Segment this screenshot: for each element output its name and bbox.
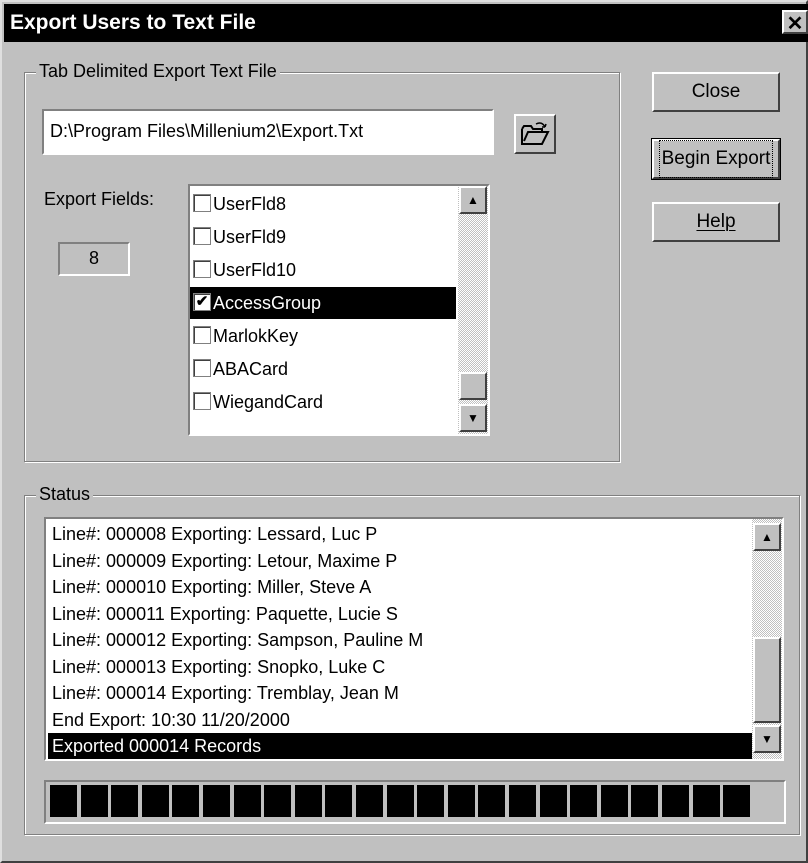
export-field-item[interactable]: UserFld10 [190, 254, 456, 286]
field-label: UserFld8 [213, 194, 287, 214]
progress-block [478, 785, 506, 817]
progress-block [233, 785, 261, 817]
close-button-label: Close [691, 81, 741, 102]
file-path-value: D:\Program Files\Millenium2\Export.Txt [50, 121, 364, 141]
help-button-label: Help [696, 211, 736, 232]
status-log-line[interactable]: Line#: 000013 Exporting: Snopko, Luke C [48, 654, 752, 680]
field-label: UserFld10 [213, 260, 297, 280]
begin-export-button[interactable]: Begin Export [651, 138, 781, 180]
field-checkbox[interactable] [193, 359, 211, 378]
progress-block [692, 785, 720, 817]
export-field-item[interactable]: WiegandCard [190, 386, 456, 418]
field-checkbox[interactable] [193, 227, 211, 246]
export-fields-list[interactable]: UserFld8 UserFld9 UserFld10 ✔ AccessGroup Mar… [188, 184, 490, 436]
progress-fill [48, 782, 782, 820]
progress-block [570, 785, 598, 817]
status-log-line[interactable]: Line#: 000008 Exporting: Lessard, Luc P [48, 521, 752, 547]
begin-export-button-label: Begin Export [658, 140, 774, 178]
status-log-line[interactable]: Exported 000014 Records [48, 733, 752, 759]
export-field-item[interactable]: UserFld9 [190, 221, 456, 253]
progress-block [723, 785, 751, 817]
export-field-item[interactable]: ✔ AccessGroup [190, 287, 456, 319]
scroll-up-icon[interactable]: ▲ [459, 186, 487, 214]
progress-block [264, 785, 292, 817]
status-group-label: Status [36, 484, 94, 505]
window-title: Export Users to Text File [10, 11, 256, 34]
progress-block [203, 785, 230, 817]
status-log-list[interactable]: Line#: 000008 Exporting: Lessard, Luc PL… [44, 517, 784, 761]
progress-block [509, 785, 536, 817]
progress-block [141, 785, 169, 817]
help-button[interactable]: Help [652, 202, 780, 242]
progress-block [447, 785, 475, 817]
field-checkbox[interactable] [193, 194, 211, 213]
browse-folder-button[interactable] [514, 114, 556, 154]
fields-scrollbar[interactable]: ▲ ▼ [458, 186, 488, 434]
status-log-items: Line#: 000008 Exporting: Lessard, Luc PL… [46, 521, 752, 759]
status-scroll-thumb[interactable] [753, 637, 781, 723]
open-folder-icon [521, 122, 550, 145]
export-fields-label: Export Fields: [44, 189, 155, 209]
progress-block [325, 785, 353, 817]
status-log-line[interactable]: Line#: 000014 Exporting: Tremblay, Jean … [48, 680, 752, 706]
progress-block [539, 785, 567, 817]
export-progress-bar [44, 780, 786, 824]
progress-block [356, 785, 383, 817]
progress-block [172, 785, 200, 817]
progress-block [294, 785, 322, 817]
field-label: UserFld9 [213, 227, 287, 247]
field-checkbox[interactable]: ✔ [193, 293, 211, 312]
field-count-value: 8 [88, 248, 99, 268]
export-fields-items: UserFld8 UserFld9 UserFld10 ✔ AccessGroup Mar… [190, 186, 456, 434]
status-scroll-up-icon[interactable]: ▲ [753, 523, 781, 551]
export-dialog: Export Users to Text File ✕ Tab Delimite… [0, 0, 808, 863]
export-field-item[interactable]: MarlokKey [190, 320, 456, 352]
title-bar[interactable]: Export Users to Text File ✕ [4, 4, 808, 42]
field-checkbox[interactable] [193, 260, 211, 279]
progress-block [80, 785, 108, 817]
file-path-input[interactable]: D:\Program Files\Millenium2\Export.Txt [42, 109, 494, 155]
scroll-down-icon[interactable]: ▼ [459, 404, 487, 432]
progress-block [600, 785, 628, 817]
export-field-item[interactable]: UserFld8 [190, 188, 456, 220]
progress-block [631, 785, 659, 817]
close-window-button[interactable]: ✕ [782, 10, 808, 35]
status-scroll-down-icon[interactable]: ▼ [753, 725, 781, 753]
status-scrollbar[interactable]: ▲ ▼ [752, 519, 782, 759]
status-log-line[interactable]: Line#: 000009 Exporting: Letour, Maxime … [48, 548, 752, 574]
field-label: MarlokKey [213, 326, 299, 346]
export-field-item[interactable]: ABACard [190, 353, 456, 385]
progress-block [111, 785, 139, 817]
progress-block [662, 785, 689, 817]
field-checkbox[interactable] [193, 392, 211, 411]
progress-block [417, 785, 445, 817]
export-file-group-label: Tab Delimited Export Text File [36, 61, 280, 82]
fields-scroll-thumb[interactable] [459, 372, 487, 400]
field-label: ABACard [213, 359, 289, 379]
field-checkbox[interactable] [193, 326, 211, 345]
status-log-line[interactable]: Line#: 000011 Exporting: Paquette, Lucie… [48, 601, 752, 627]
status-log-line[interactable]: End Export: 10:30 11/20/2000 [48, 707, 752, 733]
close-button[interactable]: Close [652, 72, 780, 112]
field-count-box: 8 [58, 242, 130, 276]
status-log-line[interactable]: Line#: 000012 Exporting: Sampson, Paulin… [48, 627, 752, 653]
status-log-line[interactable]: Line#: 000010 Exporting: Miller, Steve A [48, 574, 752, 600]
field-label: WiegandCard [213, 392, 324, 412]
progress-block [50, 785, 77, 817]
field-label: AccessGroup [213, 293, 322, 313]
progress-block [386, 785, 414, 817]
